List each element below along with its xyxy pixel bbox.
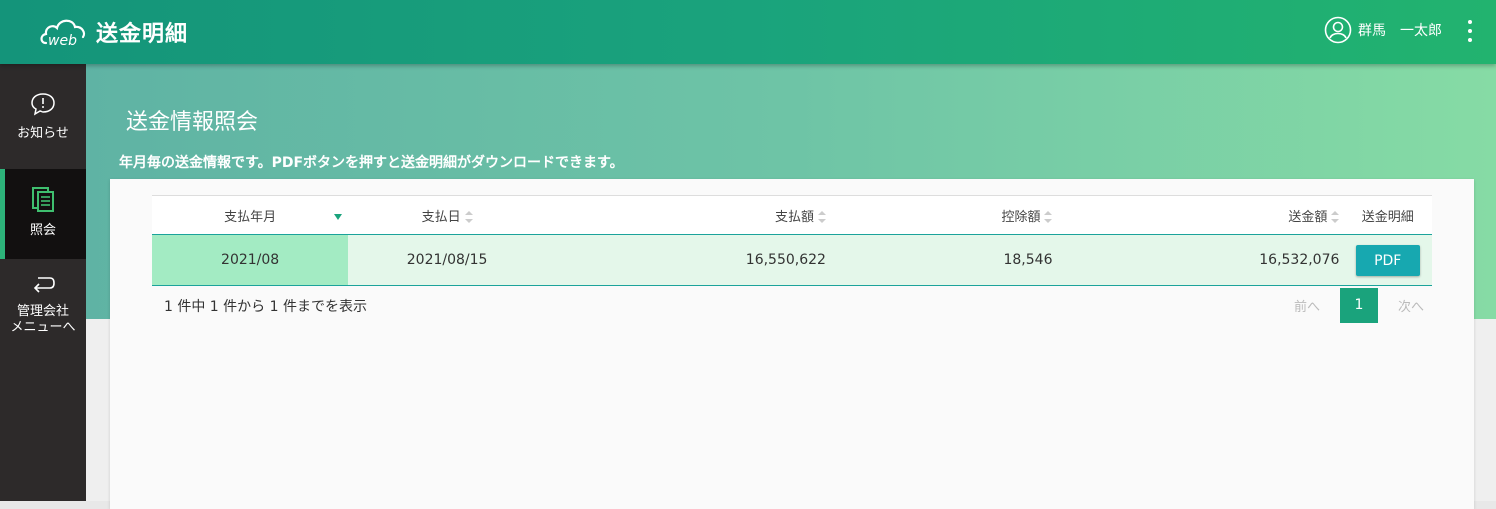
svg-text:web: web: [48, 33, 77, 49]
column-header-paid-amount[interactable]: 支払額: [545, 195, 830, 235]
sort-icon: [1331, 211, 1340, 223]
app-logo[interactable]: web 送金明細: [38, 14, 188, 50]
speech-bubble-icon: [31, 93, 55, 116]
column-header-deduction[interactable]: 控除額: [829, 195, 1057, 235]
table-info: 1 件中 1 件から 1 件までを表示: [164, 299, 367, 315]
user-menu[interactable]: 群馬 一太郎: [1324, 16, 1442, 44]
cell-remit-amount: 16,532,076: [1056, 234, 1344, 286]
next-page-button[interactable]: 次へ: [1398, 296, 1424, 315]
sidebar-item-label: 照会: [29, 223, 56, 238]
sidebar: お知らせ 照会 管理会社 メニューへ: [0, 64, 86, 501]
sidebar-item-label: お知らせ: [17, 126, 69, 141]
sort-icon: [1044, 211, 1053, 223]
column-header-payment-month[interactable]: 支払年月: [152, 195, 349, 235]
cell-payment-date: 2021/08/15: [348, 234, 546, 286]
table-header-row: 支払年月 支払日 支払額 控除額 送金額 送金明細: [152, 195, 1432, 235]
more-options-icon[interactable]: [1464, 20, 1476, 42]
sort-icon: [817, 211, 826, 223]
logo-text: 送金明細: [96, 22, 189, 47]
prev-page-button[interactable]: 前へ: [1294, 296, 1320, 315]
sidebar-item-news[interactable]: お知らせ: [0, 92, 86, 164]
cell-paid-amount: 16,550,622: [545, 234, 830, 286]
main-content: 送金情報照会 年月毎の送金情報です。PDFボタンを押すと送金明細がダウンロードで…: [86, 64, 1496, 509]
sidebar-item-admin-menu[interactable]: 管理会社 メニューへ: [0, 274, 86, 354]
table-row: 2021/08 2021/08/15 16,550,622 18,546 16,…: [152, 234, 1432, 286]
page-1-button[interactable]: 1: [1339, 288, 1378, 323]
cloud-logo-icon: web: [40, 19, 86, 49]
cell-statement: PDF: [1343, 234, 1432, 286]
remittance-table: 支払年月 支払日 支払額 控除額 送金額 送金明細 2021/08 2021/0…: [152, 195, 1432, 286]
sidebar-item-label: 管理会社: [16, 304, 69, 319]
user-name: 群馬 一太郎: [1358, 23, 1442, 39]
return-arrow-icon: [33, 277, 55, 293]
pdf-download-button[interactable]: PDF: [1355, 244, 1420, 276]
results-card: 支払年月 支払日 支払額 控除額 送金額 送金明細 2021/08 2021/0…: [110, 179, 1474, 509]
column-header-payment-date[interactable]: 支払日: [348, 195, 546, 235]
app-header: web 送金明細 群馬 一太郎: [0, 0, 1496, 64]
page-description: 年月毎の送金情報です。PDFボタンを押すと送金明細がダウンロードできます。: [119, 155, 624, 171]
sidebar-item-inquiry[interactable]: 照会: [0, 169, 86, 259]
column-header-statement: 送金明細: [1343, 195, 1432, 235]
cell-deduction: 18,546: [829, 234, 1057, 286]
document-icon: [32, 187, 54, 212]
user-avatar-icon: [1324, 16, 1352, 44]
cell-payment-month: 2021/08: [152, 234, 349, 286]
sort-descending-icon: [334, 214, 343, 220]
page-title: 送金情報照会: [126, 110, 259, 135]
column-header-remit-amount[interactable]: 送金額: [1056, 195, 1344, 235]
pagination: 前へ 1 次へ: [1294, 288, 1424, 323]
sort-icon: [464, 211, 473, 223]
sidebar-item-label: メニューへ: [10, 320, 76, 335]
